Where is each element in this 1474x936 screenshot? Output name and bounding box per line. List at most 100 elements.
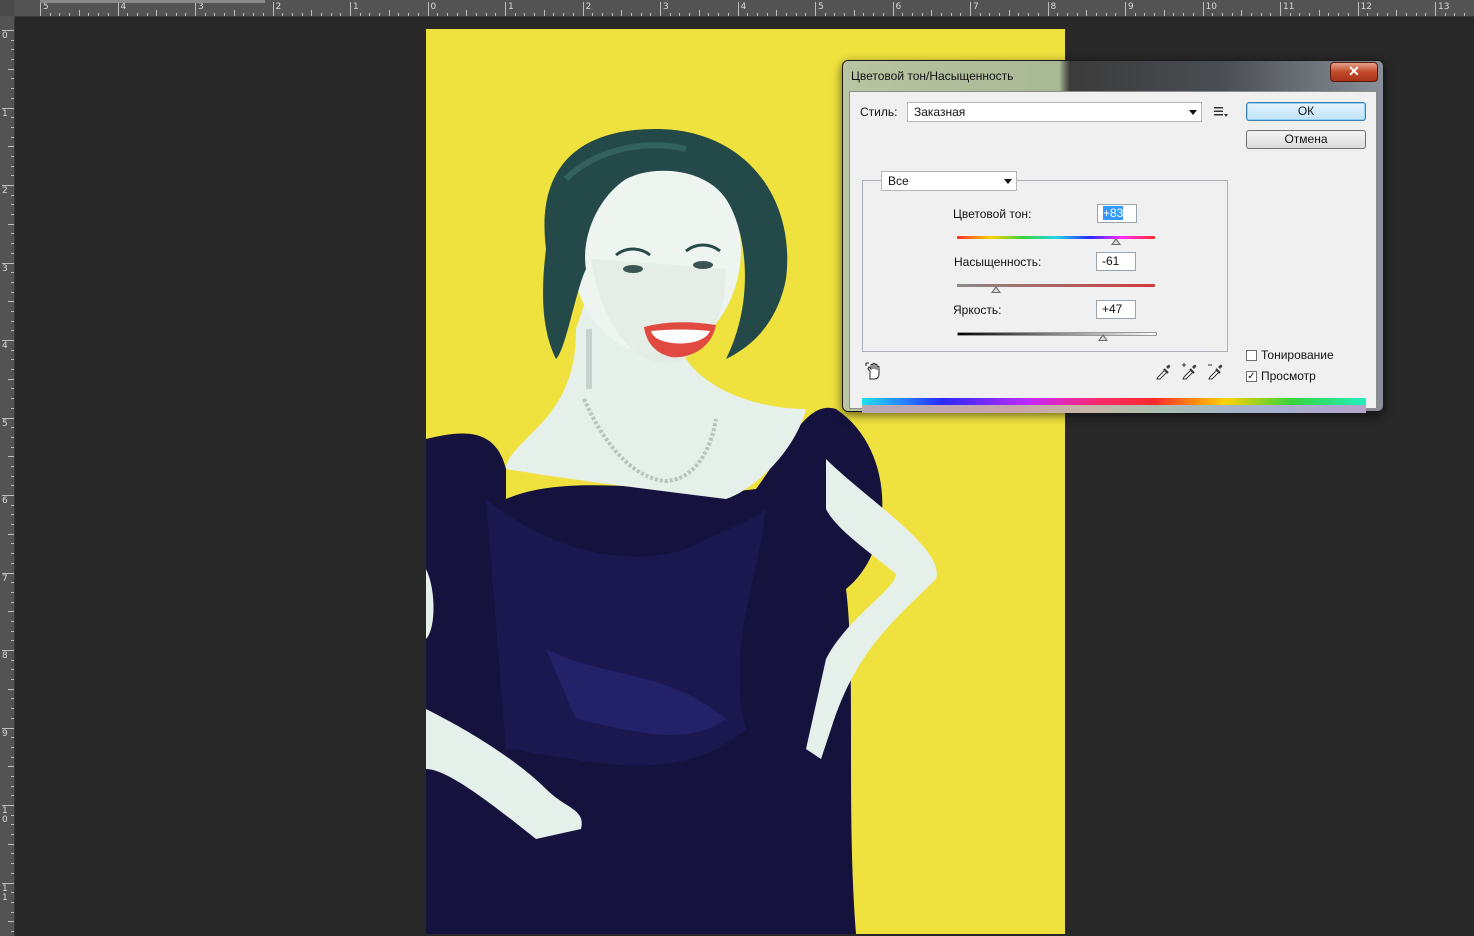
ruler-tick [1328, 13, 1330, 16]
hue-slider-track[interactable] [957, 236, 1155, 239]
colorize-label[interactable]: Тонирование [1261, 348, 1334, 362]
ruler-tick [59, 13, 61, 16]
ruler-tick [224, 13, 226, 16]
ruler-tick [795, 13, 797, 16]
hue-saturation-dialog: Цветовой тон/Насыщенность ✕ Стиль: Заказ… [842, 60, 1384, 413]
ruler-tick [1444, 13, 1446, 16]
ruler-tick [756, 13, 758, 16]
ruler-tick [776, 10, 778, 16]
ruler-tick [1095, 13, 1097, 16]
ruler-tick [863, 13, 865, 16]
ruler-tick [475, 13, 477, 16]
ruler-tick [185, 13, 187, 16]
eyedropper-add-icon[interactable] [1181, 362, 1199, 380]
ruler-tick [301, 13, 303, 16]
cancel-button[interactable]: Отмена [1246, 130, 1366, 149]
ruler-tick [466, 10, 468, 16]
channel-select[interactable]: Все [881, 171, 1017, 191]
ruler-tick [1221, 13, 1223, 16]
preset-options-icon[interactable] [1214, 106, 1228, 118]
ruler-tick [931, 10, 933, 16]
target-adjust-hand-icon[interactable] [865, 362, 883, 380]
ruler-tick [8, 688, 14, 690]
ruler-tick [437, 13, 439, 16]
ruler-tick [11, 59, 14, 61]
ruler-corner [0, 0, 14, 16]
ruler-tick [117, 2, 119, 16]
preview-label[interactable]: Просмотр [1261, 369, 1316, 383]
ruler-tick [11, 708, 14, 710]
ruler-tick [718, 13, 720, 16]
ruler-tick [1125, 2, 1126, 16]
ruler-tick [999, 13, 1001, 16]
saturation-slider-track[interactable] [957, 284, 1155, 287]
close-button[interactable]: ✕ [1330, 62, 1378, 82]
ruler-tick [8, 843, 14, 845]
ruler-tick [11, 901, 14, 903]
ruler-tick [11, 892, 14, 894]
dialog-titlebar[interactable]: Цветовой тон/Насыщенность ✕ [843, 61, 1383, 87]
ruler-tick [11, 369, 14, 371]
ok-button[interactable]: ОК [1246, 102, 1366, 121]
lightness-input[interactable]: +47 [1096, 300, 1136, 319]
ruler-tick [340, 13, 342, 16]
ruler-label: 3 [663, 2, 669, 12]
ruler-tick [272, 2, 274, 16]
eyedropper-icon[interactable] [1155, 362, 1173, 380]
ruler-tick [824, 13, 826, 16]
ruler-tick [11, 717, 14, 719]
eyedropper-subtract-icon[interactable] [1207, 362, 1225, 380]
ruler-tick [11, 582, 14, 584]
ruler-tick [11, 853, 14, 855]
ruler-tick [882, 13, 884, 16]
ruler-tick [379, 13, 381, 16]
ruler-label: 4 [2, 341, 8, 351]
ruler-tick [11, 775, 14, 777]
saturation-slider-thumb[interactable] [990, 286, 1001, 293]
ruler-tick [11, 698, 14, 700]
ruler-tick [1241, 10, 1243, 16]
colorize-checkbox[interactable] [1246, 350, 1257, 361]
ruler-tick [873, 13, 875, 16]
lightness-slider-thumb[interactable] [1097, 334, 1108, 341]
ruler-tick [11, 436, 14, 438]
preview-checkbox[interactable]: ✓ [1246, 371, 1257, 382]
ruler-tick [11, 863, 14, 865]
ruler-tick [621, 10, 623, 16]
ruler-tick [11, 388, 14, 390]
ruler-tick [1318, 10, 1320, 16]
ruler-tick [11, 591, 14, 593]
ruler-tick [11, 872, 14, 874]
ruler-tick [11, 911, 14, 913]
hue-slider-thumb[interactable] [1110, 238, 1121, 245]
ruler-tick [11, 620, 14, 622]
ruler-tick [1028, 13, 1030, 16]
lightness-slider-track[interactable] [957, 332, 1157, 336]
ruler-tick [11, 165, 14, 167]
ruler-tick [737, 2, 739, 16]
ruler-tick [669, 13, 671, 16]
ruler-tick [359, 13, 361, 16]
ruler-tick [601, 13, 603, 16]
saturation-input[interactable]: -61 [1096, 252, 1136, 271]
ruler-tick [49, 13, 51, 16]
ruler-tick [1192, 13, 1194, 16]
ruler-tick [853, 10, 855, 16]
ruler-tick [11, 243, 14, 245]
ruler-tick [11, 359, 14, 361]
ruler-tick [8, 223, 14, 225]
ruler-tick [11, 155, 14, 157]
ruler-tick [233, 10, 235, 16]
ruler-tick [11, 814, 14, 816]
ruler-label: 10 [1205, 2, 1217, 12]
ruler-tick [11, 407, 14, 409]
ruler-tick [11, 834, 14, 836]
ruler-tick [11, 659, 14, 661]
ruler-label: 11 [1283, 2, 1295, 12]
hue-input[interactable]: +83 [1097, 204, 1137, 223]
ruler-tick [1057, 13, 1059, 16]
preset-select[interactable]: Заказная [907, 102, 1202, 122]
ruler-tick [8, 766, 14, 768]
ruler-label: 1 1 [2, 883, 8, 903]
ruler-tick [1018, 13, 1020, 16]
